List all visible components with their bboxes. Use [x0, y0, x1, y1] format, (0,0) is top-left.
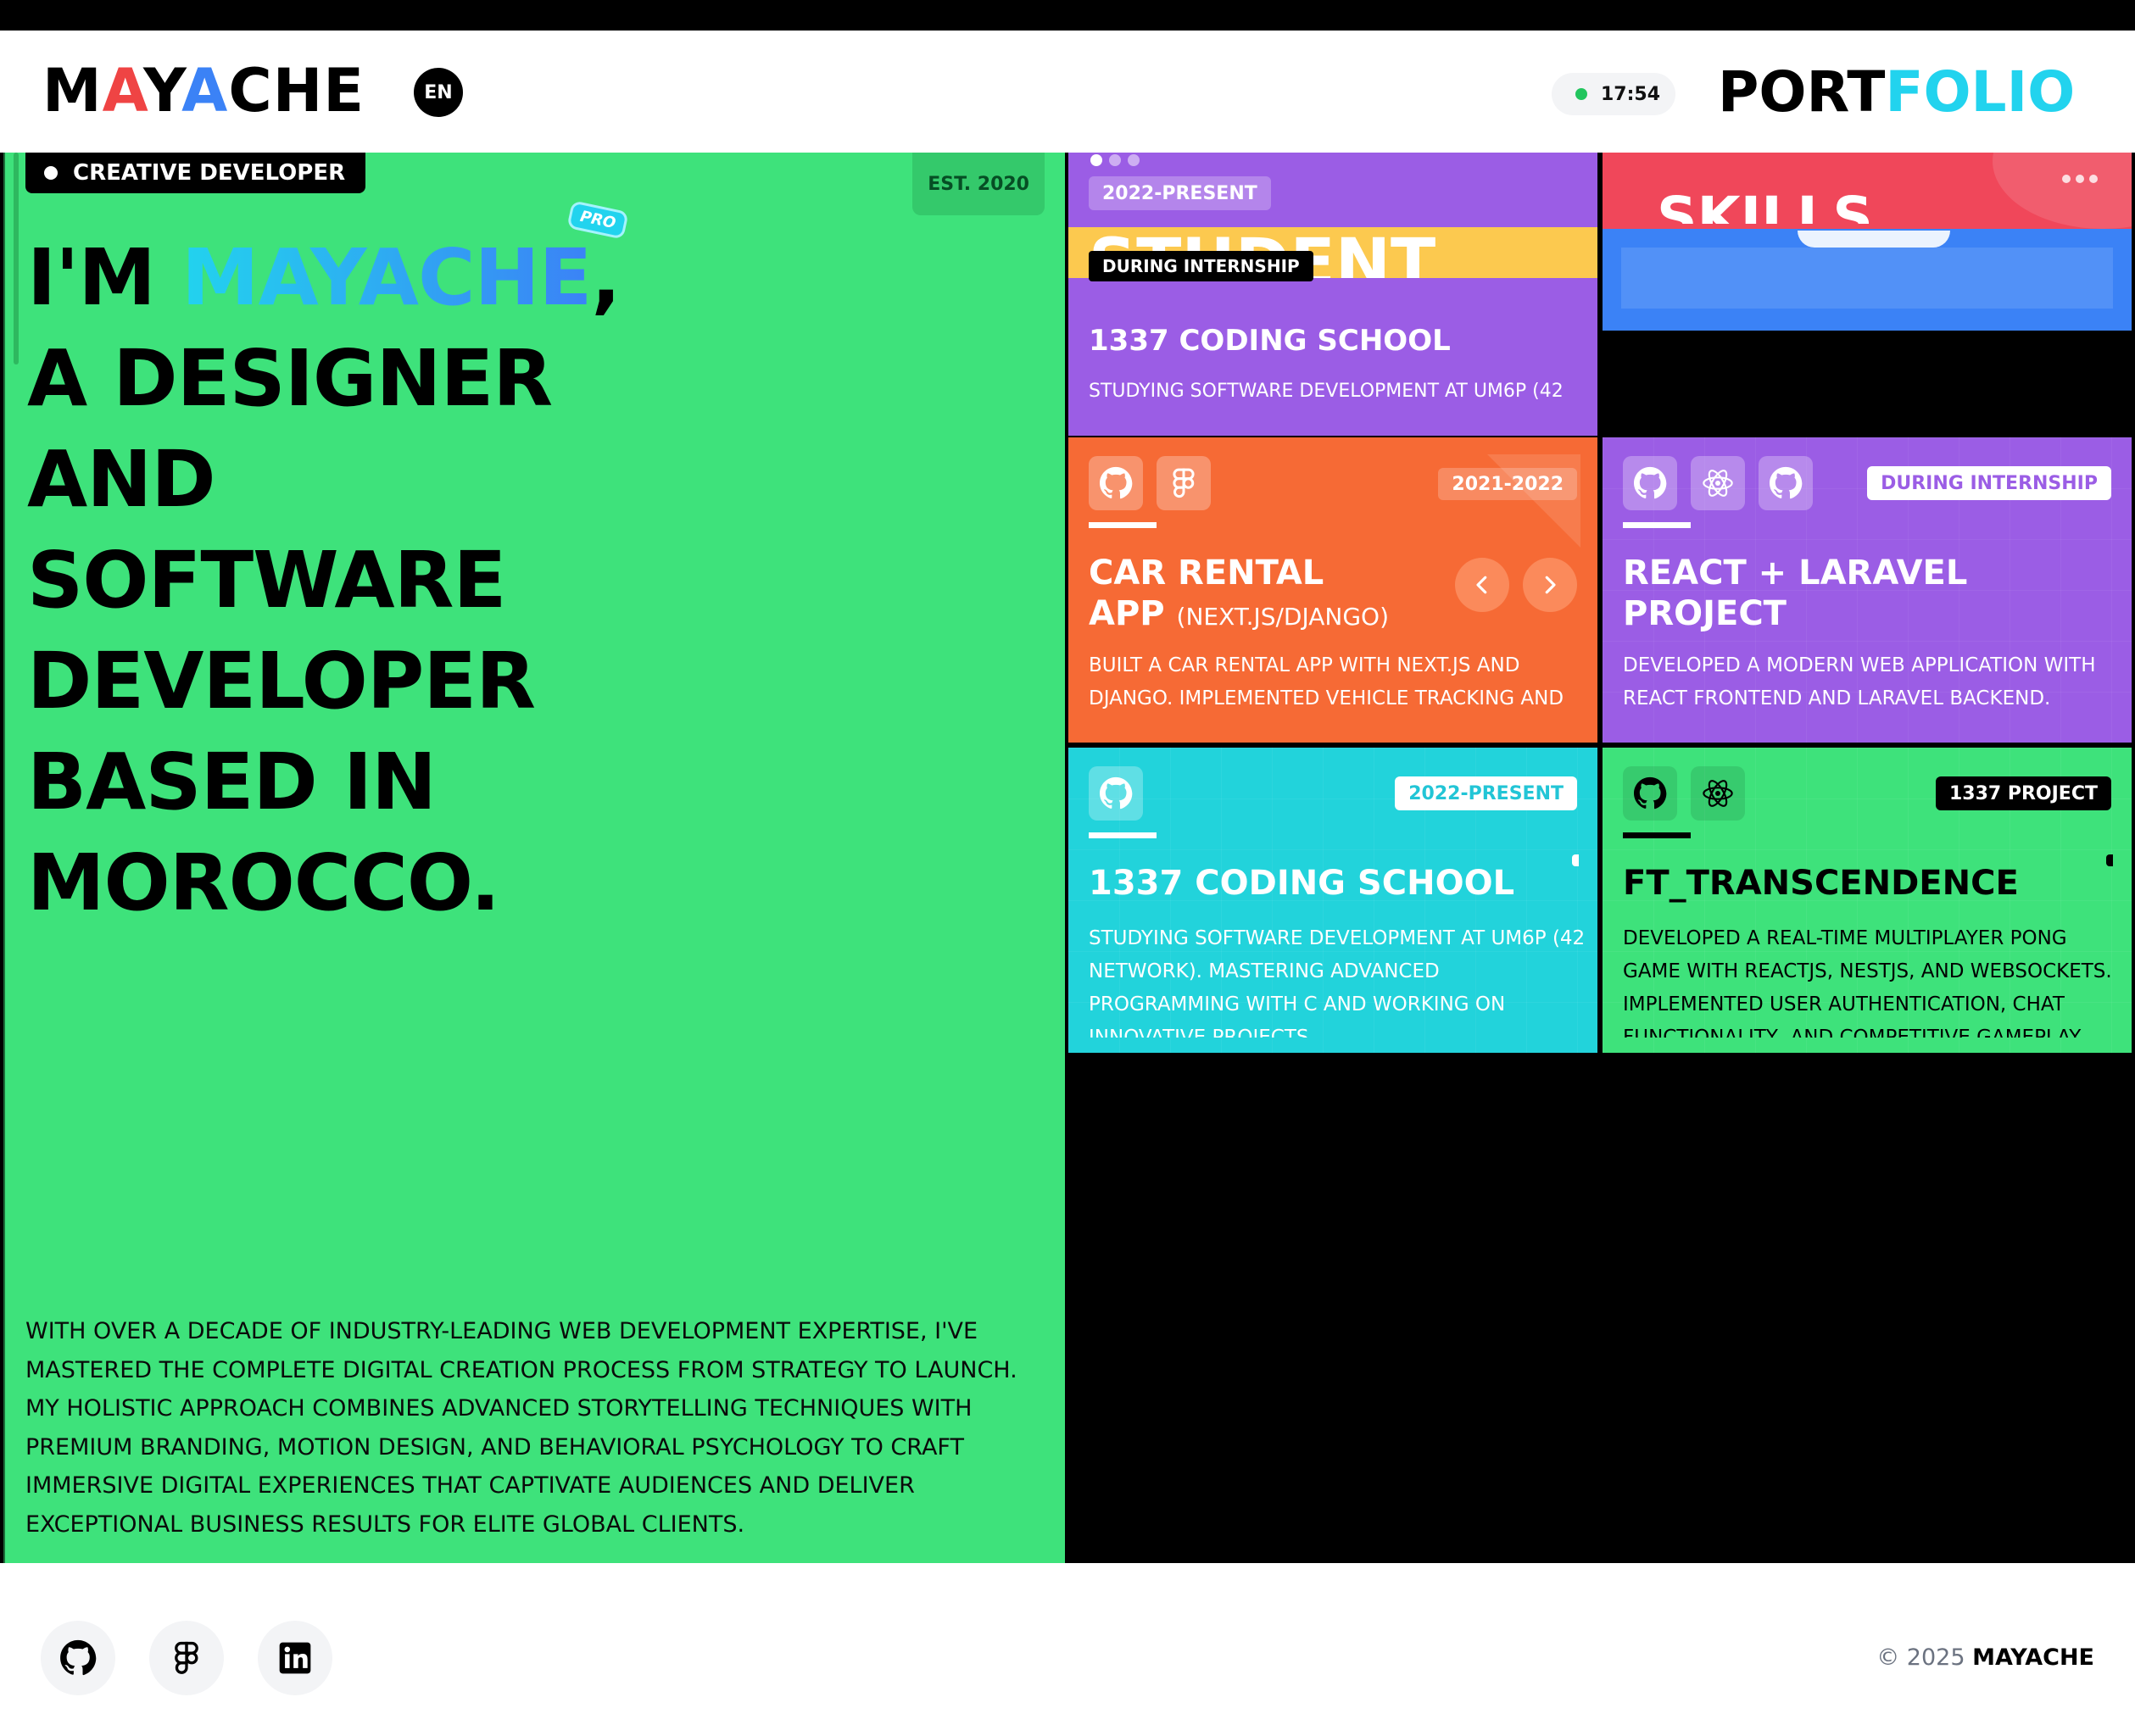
clock-badge: 17:54	[1552, 73, 1675, 115]
headline-line: DEVELOPER	[27, 636, 536, 726]
hero-headline: I'M MAYACHE, A DESIGNER AND SOFTWARE DEV…	[27, 227, 621, 933]
chevron-right-icon	[1537, 572, 1563, 598]
figma-icon	[168, 1639, 205, 1677]
card-description: DEVELOPED A REAL-TIME MULTIPLAYER PONG G…	[1623, 927, 2112, 1038]
logo-letter: A	[181, 56, 229, 125]
card-title: REACT + LARAVEL PROJECT	[1623, 554, 1968, 633]
card-title-line: APP	[1089, 594, 1165, 633]
accent-underline	[1089, 522, 1157, 528]
logo-letter: A	[102, 56, 144, 125]
transcendence-card[interactable]: 1337 PROJECT FT_TRANSCENDENCE DEVELOPED …	[1603, 748, 2132, 1053]
portfolio-title: PORTFOLIO	[1718, 64, 2075, 120]
card-description: STUDYING SOFTWARE DEVELOPMENT AT UM6P (4…	[1089, 927, 1586, 1038]
accent-underline	[1623, 832, 1691, 838]
wave-decoration	[1798, 231, 1950, 248]
github-icon[interactable]	[1623, 766, 1677, 821]
clock-time: 17:54	[1601, 83, 1661, 105]
github-icon	[59, 1639, 97, 1677]
headline-line: MOROCCO.	[27, 837, 500, 928]
hero-scrollbar[interactable]	[14, 153, 19, 364]
headline-name: MAYACHE	[181, 232, 592, 323]
hero-section: CREATIVE DEVELOPER EST. 2020 PRO I'M MAY…	[3, 153, 1065, 1563]
language-toggle-button[interactable]: EN	[414, 68, 463, 117]
carousel-dots	[1090, 154, 1140, 166]
accent-underline	[1623, 522, 1691, 528]
card-description: STUDYING SOFTWARE DEVELOPMENT AT UM6P (4…	[1089, 381, 1564, 402]
portfolio-title-part: PORT	[1718, 59, 1886, 125]
role-badge: CREATIVE DEVELOPER	[25, 153, 366, 193]
skills-panel	[1621, 248, 2113, 309]
headline-line: BASED IN	[27, 737, 437, 827]
headline-prefix: I'M	[27, 232, 181, 323]
card-description: DEVELOPED A MODERN WEB APPLICATION WITH …	[1623, 654, 2096, 709]
card-title: CAR RENTAL APP (NEXT.JS/DJANGO)	[1089, 553, 1389, 637]
site-footer: © 2025 MAYACHE	[0, 1563, 2135, 1736]
copyright: © 2025 MAYACHE	[1876, 1644, 2094, 1671]
github-icon[interactable]	[1623, 456, 1677, 510]
date-tag: 2022-PRESENT	[1395, 776, 1577, 810]
more-icon[interactable]	[2062, 175, 2098, 183]
card-subtitle: (NEXT.JS/DJANGO)	[1176, 603, 1390, 631]
date-tag: 2022-PRESENT	[1089, 176, 1271, 210]
carousel-dot[interactable]	[1109, 154, 1121, 166]
headline-line: SOFTWARE	[27, 535, 506, 626]
headline-line: A DESIGNER	[27, 333, 553, 424]
date-tag: 2021-2022	[1438, 468, 1577, 500]
github-icon[interactable]	[1089, 456, 1143, 510]
github-icon[interactable]	[1089, 766, 1143, 821]
top-black-bar	[0, 0, 2135, 31]
student-card[interactable]: 2022-PRESENT STUDENT DURING INTERNSHIP 1…	[1068, 153, 1597, 436]
headline-comma: ,	[591, 232, 621, 323]
card-title: 1337 CODING SCHOOL	[1089, 324, 1451, 358]
internship-tag: DURING INTERNSHIP	[1867, 466, 2111, 500]
scroll-indicator[interactable]	[1572, 854, 1579, 866]
logo-letter: CHE	[228, 56, 365, 125]
carousel-dot[interactable]	[1128, 154, 1140, 166]
github-link[interactable]	[41, 1621, 115, 1695]
skills-card[interactable]: SKILLS	[1603, 153, 2132, 331]
bullet-dot-icon	[44, 166, 58, 180]
scroll-indicator[interactable]	[2106, 854, 2113, 866]
status-dot-icon	[1575, 88, 1587, 100]
portfolio-title-part: FOLIO	[1885, 59, 2076, 125]
figma-link[interactable]	[149, 1621, 224, 1695]
logo-letter: Y	[143, 56, 182, 125]
prev-button[interactable]	[1455, 558, 1509, 612]
copyright-owner: MAYACHE	[1972, 1644, 2094, 1671]
linkedin-link[interactable]	[258, 1621, 332, 1695]
skills-big-text: SKILLS	[1657, 190, 1873, 224]
role-badge-label: CREATIVE DEVELOPER	[73, 160, 346, 186]
headline-line: AND	[27, 434, 216, 525]
next-button[interactable]	[1523, 558, 1577, 612]
car-rental-card[interactable]: 2021-2022 CAR RENTAL APP (NEXT.JS/DJANGO…	[1068, 437, 1597, 743]
project-tag: 1337 PROJECT	[1935, 776, 2111, 810]
react-laravel-card[interactable]: DURING INTERNSHIP REACT + LARAVEL PROJEC…	[1603, 437, 2132, 743]
site-header: MAYACHE EN 17:54 PORTFOLIO	[0, 31, 2135, 153]
accent-underline	[1089, 832, 1157, 838]
react-icon[interactable]	[1691, 456, 1745, 510]
card-title-line: CAR RENTAL	[1089, 554, 1324, 593]
figma-icon[interactable]	[1157, 456, 1211, 510]
logo-letter: M	[42, 56, 103, 125]
chevron-left-icon	[1469, 572, 1495, 598]
copyright-text: © 2025	[1876, 1644, 1965, 1671]
card-title: FT_TRANSCENDENCE	[1623, 864, 2019, 903]
hero-bio: With over a decade of industry-leading w…	[25, 1318, 1017, 1538]
internship-tag: DURING INTERNSHIP	[1089, 251, 1313, 281]
github-icon[interactable]	[1759, 456, 1813, 510]
card-description: BUILT A CAR RENTAL APP WITH NEXT.JS AND …	[1089, 654, 1564, 709]
card-title: 1337 CODING SCHOOL	[1089, 864, 1515, 903]
established-badge: EST. 2020	[912, 153, 1045, 215]
coding-school-card[interactable]: 2022-PRESENT 1337 CODING SCHOOL STUDYING…	[1068, 748, 1597, 1053]
linkedin-icon	[276, 1639, 314, 1677]
site-logo[interactable]: MAYACHE	[42, 61, 365, 120]
carousel-dot[interactable]	[1090, 154, 1102, 166]
react-icon[interactable]	[1691, 766, 1745, 821]
